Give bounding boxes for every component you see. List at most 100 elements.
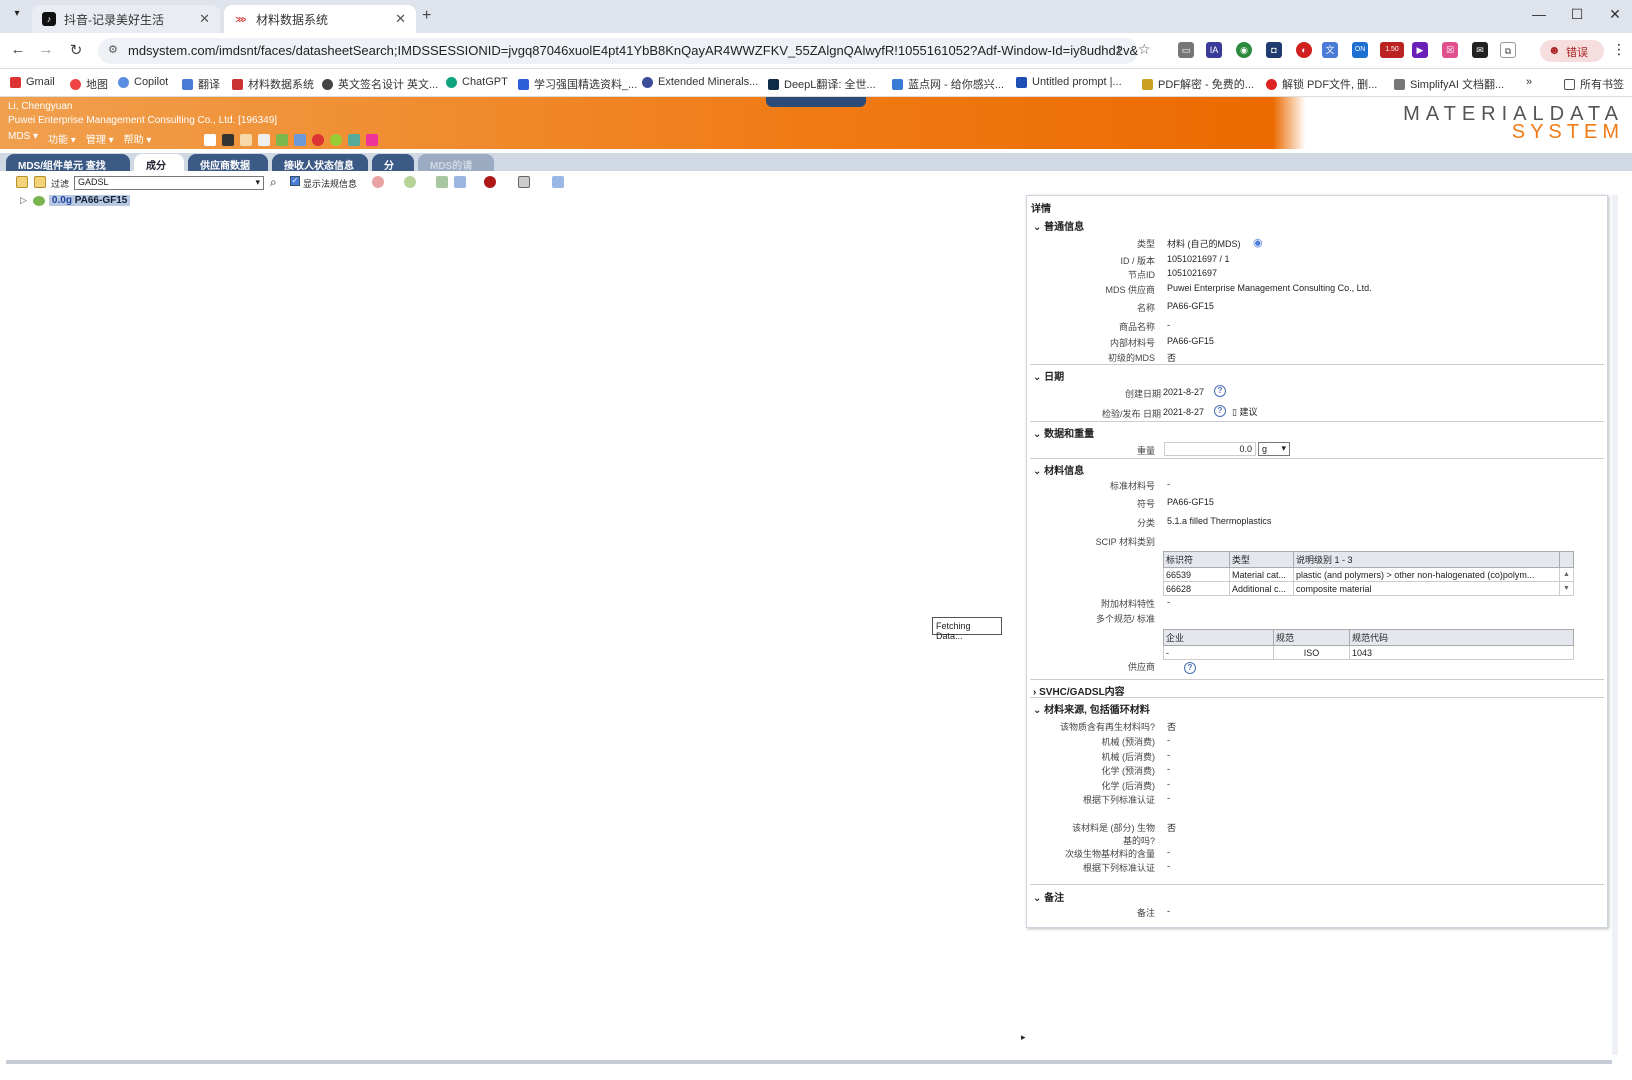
close-tab-icon[interactable]: ✕ [199, 11, 210, 27]
menu-help[interactable]: 帮助 ▾ [124, 131, 152, 149]
bookmark-copilot[interactable]: Copilot [118, 76, 168, 88]
bookmark-landian[interactable]: 蓝点网 - 给你感兴... [892, 76, 1004, 92]
send-icon[interactable] [276, 134, 288, 146]
close-window-icon[interactable]: ✕ [1600, 6, 1630, 28]
link-node-icon[interactable] [454, 176, 466, 188]
section-general-toggle[interactable]: ⌄ 普通信息 [1033, 218, 1084, 233]
extension-adblock-icon[interactable]: ◐ [1296, 42, 1312, 58]
search-icon[interactable]: ⌕ [270, 175, 277, 190]
tab-recipient-status[interactable]: 接收人状态信息 * [272, 154, 368, 183]
section-remarks-toggle[interactable]: ⌄ 备注 [1033, 889, 1064, 904]
bookmark-translate[interactable]: 翻译 [182, 76, 220, 92]
view-eye-icon[interactable]: ◉ [1253, 236, 1263, 249]
scroll-down-icon[interactable]: ▼ [1559, 581, 1574, 596]
collapse-all-icon[interactable] [34, 176, 46, 188]
browser-tab-mds[interactable]: ⋙ 材料数据系统 ✕ [224, 5, 416, 33]
tab-supplier-data[interactable]: 供应商数据 * [188, 154, 268, 183]
help-icon[interactable]: ? [1214, 385, 1226, 397]
all-bookmarks-button[interactable]: 所有书签 [1564, 76, 1624, 92]
bookmark-prompt[interactable]: Untitled prompt |... [1016, 76, 1122, 88]
stop-icon[interactable] [312, 134, 324, 146]
bookmark-pdf-unlock[interactable]: 解锁 PDF文件, 删... [1266, 76, 1377, 92]
show-laws-checkbox[interactable]: ✓ [290, 176, 300, 186]
tree-node-material[interactable]: 0.0g PA66-GF15 [48, 195, 131, 206]
suggest-button[interactable]: ▯ 建议 [1232, 405, 1257, 418]
maximize-icon[interactable]: ☐ [1562, 6, 1592, 28]
bookmark-simplifyai[interactable]: SimplifyAI 文档翻... [1394, 76, 1504, 92]
extension-zotero-icon[interactable]: ☒ [1442, 42, 1458, 58]
forward-icon[interactable]: → [36, 41, 56, 61]
close-tab-icon[interactable]: ✕ [395, 11, 406, 27]
vertical-scrollbar[interactable] [1612, 195, 1618, 1055]
export-icon[interactable] [258, 134, 270, 146]
delete-node-icon[interactable] [372, 176, 384, 188]
menu-admin[interactable]: 管理 ▾ [86, 131, 114, 149]
tab-composition[interactable]: 成分 * [134, 154, 184, 183]
section-material-toggle[interactable]: ⌄ 材料信息 [1033, 462, 1084, 477]
extension-chat-icon[interactable]: ✉ [1472, 42, 1488, 58]
extension-speed-icon[interactable]: 1.50 [1380, 42, 1404, 58]
profile-error-button[interactable]: ☻ 错误 [1540, 40, 1604, 62]
extensions-puzzle-icon[interactable]: ⧉ [1500, 42, 1516, 58]
extension-camera-icon[interactable]: ◘ [1266, 42, 1282, 58]
bookmark-star-icon[interactable]: ☆ [1138, 41, 1151, 58]
tree-expand-icon[interactable]: ▷ [20, 195, 27, 206]
horizontal-scrollbar[interactable] [6, 1060, 1612, 1064]
extension-on-icon[interactable]: ON [1352, 42, 1368, 58]
menu-mds[interactable]: MDS ▾ [8, 131, 38, 149]
copy-icon[interactable] [240, 134, 252, 146]
splitter-handle-icon[interactable]: ▸ [1021, 1032, 1026, 1043]
paste-icon[interactable] [518, 176, 530, 188]
bookmark-chatgpt[interactable]: ChatGPT [446, 76, 508, 88]
bookmark-deepl[interactable]: DeepL翻译: 全世... [768, 76, 876, 92]
bookmark-mds[interactable]: 材料数据系统 [232, 76, 314, 92]
bookmark-minerals[interactable]: Extended Minerals... [642, 76, 758, 88]
minimize-icon[interactable]: — [1524, 6, 1554, 28]
menu-functions[interactable]: 功能 ▾ [48, 131, 76, 149]
move-up-icon[interactable] [552, 176, 564, 188]
url-field[interactable]: ⚙ mdsystem.com/imdsnt/faces/datasheetSea… [98, 38, 1138, 64]
receive-icon[interactable] [294, 134, 306, 146]
tree-icon[interactable] [348, 134, 360, 146]
extension-globe-icon[interactable]: ◉ [1236, 42, 1252, 58]
table-row[interactable]: 66539 Material cat... plastic (and polym… [1163, 567, 1574, 582]
unit-select[interactable]: g ▾ [1258, 442, 1290, 456]
tab-analysis[interactable]: 分析 [372, 154, 414, 187]
browser-menu-icon[interactable]: ⋮ [1612, 41, 1626, 58]
help-icon[interactable]: ? [1184, 662, 1196, 674]
bookmarks-more-button[interactable]: » [1526, 76, 1532, 88]
new-document-icon[interactable] [204, 134, 216, 146]
section-dates-toggle[interactable]: ⌄ 日期 [1033, 368, 1064, 383]
section-quantity-toggle[interactable]: ⌄ 数据和重量 [1033, 425, 1094, 440]
extension-translate-icon[interactable]: 文 [1322, 42, 1338, 58]
section-source-toggle[interactable]: ⌄ 材料来源, 包括循环材料 [1033, 701, 1150, 716]
browser-tab-douyin[interactable]: ♪ 抖音-记录美好生活 ✕ [32, 5, 220, 33]
scroll-up-icon[interactable]: ▲ [1559, 567, 1574, 582]
new-tab-icon[interactable]: + [422, 7, 431, 25]
remove-icon[interactable] [484, 176, 496, 188]
bookmark-pdf-decrypt[interactable]: PDF解密 - 免费的... [1142, 76, 1254, 92]
filter-select[interactable]: GADSL ▾ [74, 176, 264, 190]
check-icon[interactable] [330, 134, 342, 146]
bookmark-signature[interactable]: 英文签名设计 英文... [322, 76, 438, 92]
add-node-icon[interactable] [404, 176, 416, 188]
tab-mds-search[interactable]: MDS/组件单元 查找 [6, 154, 130, 172]
help-icon[interactable]: ? [1214, 405, 1226, 417]
extension-video-icon[interactable]: ▶ [1412, 42, 1428, 58]
extension-ia-icon[interactable]: IA [1206, 42, 1222, 58]
section-svhc-toggle[interactable]: › SVHC/GADSL内容 [1033, 683, 1125, 698]
flask-icon[interactable] [366, 134, 378, 146]
expand-all-icon[interactable] [16, 176, 28, 188]
back-icon[interactable]: ← [8, 41, 28, 61]
password-key-icon[interactable]: ⚷ [1114, 43, 1123, 57]
bookmark-maps[interactable]: 地图 [70, 76, 108, 92]
move-node-icon[interactable] [436, 176, 448, 188]
bookmark-gmail[interactable]: Gmail [10, 76, 55, 88]
tab-mds-requests[interactable]: MDS的请求 [418, 154, 494, 187]
save-icon[interactable] [222, 134, 234, 146]
weight-input[interactable]: 0.0 [1164, 442, 1256, 456]
site-info-icon[interactable]: ⚙ [108, 43, 118, 56]
table-row[interactable]: 66628 Additional c... composite material… [1163, 581, 1574, 596]
bookmark-xuexi[interactable]: 学习强国精选资料_... [518, 76, 637, 92]
tab-list-chevron-icon[interactable]: ▾ [8, 8, 26, 26]
